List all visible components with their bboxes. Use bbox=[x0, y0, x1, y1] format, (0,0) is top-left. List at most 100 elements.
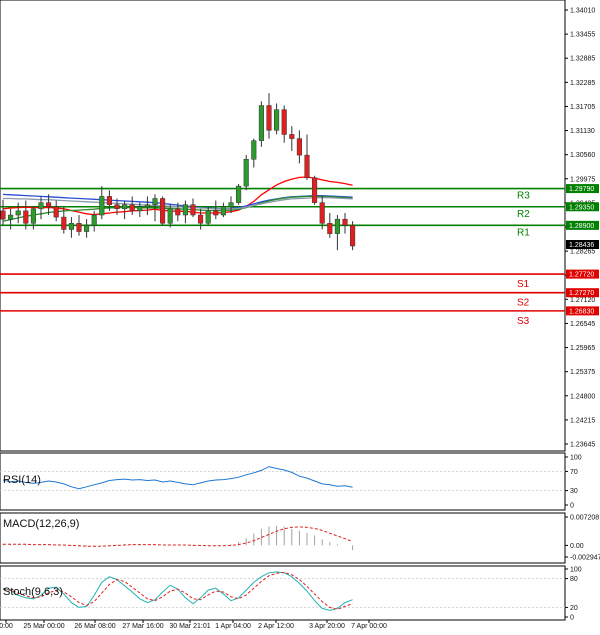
candle-body bbox=[15, 210, 21, 216]
candle bbox=[243, 155, 249, 191]
macd-tick-label: 0.00 bbox=[570, 543, 584, 550]
candle-body bbox=[327, 223, 333, 234]
time-axis: 0:00 25 Mar 00:00 26 Mar 08:00 27 Mar 16:00… bbox=[0, 620, 387, 630]
rsi-title: RSI(14) bbox=[3, 474, 41, 486]
candle-body bbox=[8, 214, 14, 220]
price-tick-label: 1.25965 bbox=[570, 345, 595, 352]
price-tick-label: 1.24800 bbox=[570, 393, 595, 400]
price-tick-label: 1.27120 bbox=[570, 297, 595, 304]
price-tick-label: 1.29975 bbox=[570, 176, 595, 183]
candle-body bbox=[129, 204, 135, 212]
candle-body bbox=[30, 208, 36, 224]
stoch-tick-label: 80 bbox=[570, 576, 578, 583]
price-tick-label: 1.34010 bbox=[570, 8, 595, 15]
candle-body bbox=[312, 177, 318, 203]
candle-body bbox=[61, 216, 67, 230]
candle-body bbox=[144, 204, 150, 208]
candle-body bbox=[205, 210, 211, 224]
time-tick-label: 0:00 bbox=[0, 623, 13, 630]
stoch-tick-label: 100 bbox=[570, 567, 582, 574]
candle bbox=[258, 101, 264, 147]
time-tick-label: 7 Apr 00:00 bbox=[351, 623, 387, 630]
macd-panel bbox=[0, 512, 566, 564]
level-name-s1: S1 bbox=[517, 279, 530, 290]
time-tick-label: 25 Mar 00:00 bbox=[23, 623, 64, 630]
candle-body bbox=[304, 154, 310, 179]
candle-body bbox=[296, 138, 302, 156]
candle-body bbox=[274, 109, 280, 131]
rsi-tick-label: 100 bbox=[570, 455, 582, 462]
candle-body bbox=[190, 204, 196, 216]
current-price-label: 1.28436 bbox=[569, 242, 594, 249]
macd-tick-label: -0.002947 bbox=[570, 555, 600, 562]
candle-body bbox=[46, 202, 52, 208]
candle-body bbox=[342, 218, 348, 226]
candle-body bbox=[236, 185, 242, 203]
candle-body bbox=[91, 214, 97, 226]
level-name-r1: R1 bbox=[517, 227, 530, 238]
rsi-tick-label: 0 bbox=[570, 503, 574, 510]
candle-body bbox=[167, 208, 173, 224]
candle-body bbox=[251, 140, 257, 160]
level-name-r2: R2 bbox=[517, 209, 530, 220]
stoch-tick-label: 20 bbox=[570, 605, 578, 612]
level-name-r3: R3 bbox=[517, 191, 530, 202]
candle bbox=[160, 196, 166, 226]
candle-body bbox=[266, 105, 272, 131]
candle-body bbox=[350, 225, 356, 247]
candle-body bbox=[334, 218, 340, 234]
candle-body bbox=[213, 210, 219, 216]
candle-body bbox=[99, 196, 105, 216]
macd-title: MACD(12,26,9) bbox=[3, 518, 79, 530]
time-tick-label: 30 Mar 21:01 bbox=[169, 623, 210, 630]
candle-body bbox=[68, 223, 74, 230]
level-tag-label: 1.27270 bbox=[569, 290, 594, 297]
time-tick-label: 1 Apr 04:00 bbox=[215, 623, 251, 630]
candle-body bbox=[53, 206, 59, 218]
price-tick-label: 1.25375 bbox=[570, 369, 595, 376]
price-tick-label: 1.30560 bbox=[570, 152, 595, 159]
candle-body bbox=[220, 206, 226, 216]
time-tick-label: 2 Apr 12:00 bbox=[258, 623, 294, 630]
candle-body bbox=[38, 202, 44, 210]
price-tick-label: 1.28265 bbox=[570, 249, 595, 256]
candle-body bbox=[319, 202, 325, 224]
candle-body bbox=[76, 223, 82, 232]
price-tick-label: 1.23645 bbox=[570, 442, 595, 449]
rsi-tick-label: 30 bbox=[570, 488, 578, 495]
macd-tick-label: 0.007208 bbox=[570, 515, 599, 522]
time-tick-label: 26 Mar 08:00 bbox=[74, 623, 115, 630]
price-tick-label: 1.31705 bbox=[570, 104, 595, 111]
rsi-panel bbox=[0, 452, 566, 511]
candle-body bbox=[0, 210, 6, 220]
stoch-panel bbox=[0, 565, 566, 621]
candle-body bbox=[84, 225, 90, 232]
time-tick-label: 27 Mar 16:00 bbox=[122, 623, 163, 630]
level-tag-label: 1.26830 bbox=[569, 308, 594, 315]
stoch-title: Stoch(9,6,3) bbox=[3, 586, 63, 598]
candle bbox=[312, 175, 318, 205]
candle-body bbox=[182, 204, 188, 216]
level-tag-label: 1.29350 bbox=[569, 204, 594, 211]
price-tick-label: 1.24215 bbox=[570, 417, 595, 424]
candle-body bbox=[23, 210, 29, 224]
stoch-tick-label: 0 bbox=[570, 615, 574, 622]
candle-body bbox=[137, 206, 143, 212]
candle-body bbox=[152, 198, 158, 205]
candle-body bbox=[114, 204, 120, 210]
price-tick-label: 1.26545 bbox=[570, 321, 595, 328]
candle-body bbox=[106, 196, 112, 205]
time-tick-label: 3 Apr 20:00 bbox=[309, 623, 345, 630]
candle-body bbox=[243, 158, 249, 187]
level-tag-label: 1.28900 bbox=[569, 223, 594, 230]
price-tick-label: 1.32285 bbox=[570, 80, 595, 87]
level-name-s2: S2 bbox=[517, 298, 530, 309]
price-tick-label: 1.31130 bbox=[570, 128, 595, 135]
price-tick-label: 1.33455 bbox=[570, 32, 595, 39]
candle-body bbox=[258, 105, 264, 141]
level-tag-label: 1.27720 bbox=[569, 272, 594, 279]
candle-body bbox=[289, 134, 295, 139]
candle bbox=[350, 221, 356, 251]
candle-body bbox=[175, 208, 181, 216]
price-tick-label: 1.32885 bbox=[570, 56, 595, 63]
